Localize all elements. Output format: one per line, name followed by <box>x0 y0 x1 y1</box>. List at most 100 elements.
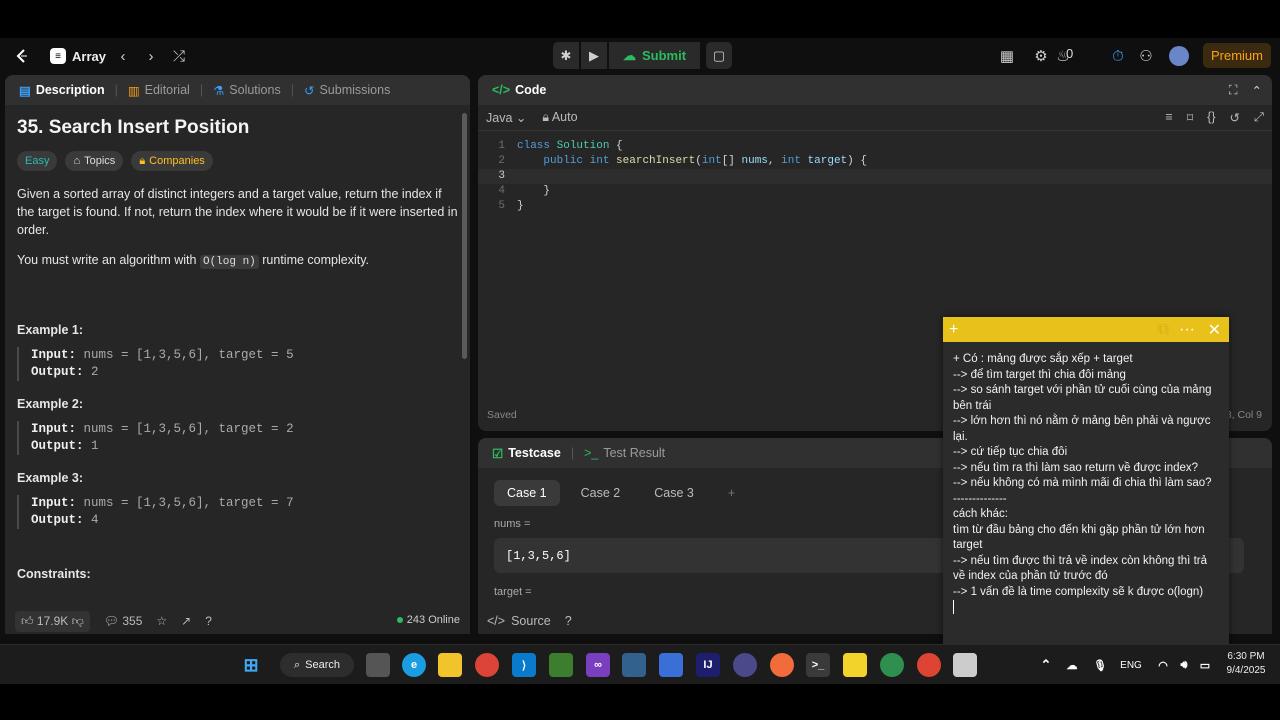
vscode-icon[interactable]: ⟩ <box>512 653 536 677</box>
tab-submissions[interactable]: ↺ Submissions <box>300 83 394 98</box>
tab-testcase[interactable]: ☑ Testcase <box>488 446 565 461</box>
taskbar-search[interactable]: ⌕ Search <box>280 653 354 677</box>
bookmark-icon[interactable]: ⌑ <box>1187 110 1193 125</box>
notes-icon[interactable]: ▢ <box>706 42 733 69</box>
help-icon[interactable]: ? <box>565 614 572 628</box>
tab-description[interactable]: ▤ Description <box>15 83 109 98</box>
tab-testcase-label: Testcase <box>508 446 561 460</box>
example-output: 2 <box>91 365 99 379</box>
microphone-icon[interactable]: 🎙︎ <box>1088 653 1112 677</box>
example-input: nums = [1,3,5,6], target = 2 <box>83 422 294 436</box>
sticky-note[interactable]: + ⧉ ··· ✕ + Có : mảng được sắp xếp + tar… <box>943 317 1229 682</box>
battery-icon[interactable]: ▭ <box>1193 653 1217 677</box>
code-header: </> Code ⛶ ⌃ <box>478 75 1272 105</box>
description-panel: ▤ Description | ▥ Editorial | ⚗ Solutions |… <box>5 75 470 634</box>
case-tab[interactable]: Case 1 <box>494 480 560 506</box>
problem-title[interactable]: 35. Search Insert Position <box>17 118 458 137</box>
star-icon[interactable]: ☆ <box>156 614 167 628</box>
system-clock[interactable]: 6:30 PM 9/4/2025 <box>1216 650 1276 678</box>
postman-icon[interactable] <box>770 653 794 677</box>
tab-submissions-label: Submissions <box>319 83 391 97</box>
case-tab[interactable]: Case 2 <box>568 480 634 506</box>
add-note-icon[interactable]: + <box>949 321 958 339</box>
layout-icon[interactable]: ▦ <box>997 46 1017 66</box>
description-scrollbar[interactable] <box>462 113 467 359</box>
windows-taskbar: ⊞ ⌕ Search e ⟩ ∞ IJ >_ ⌃ ☁ 🎙︎ ENG ◠ 🔊︎ ▭… <box>0 644 1280 684</box>
source-button[interactable]: Source <box>511 614 551 628</box>
chrome-icon[interactable] <box>475 653 499 677</box>
close-icon[interactable]: ✕ <box>1208 320 1221 340</box>
submit-button[interactable]: ☁ Submit <box>609 42 701 69</box>
snipping-tool-icon[interactable] <box>953 653 977 677</box>
add-case-icon[interactable]: + <box>715 480 748 506</box>
thumbs-down-icon[interactable]: 👎︎ <box>72 614 84 628</box>
tab-solutions[interactable]: ⚗ Solutions <box>209 83 285 98</box>
chrome-profile-icon[interactable] <box>880 653 904 677</box>
topics-chip[interactable]: ⌂ Topics <box>65 151 124 171</box>
notes-list-icon[interactable]: ⧉ <box>1158 321 1169 339</box>
companies-chip[interactable]: 🔒︎ Companies <box>131 151 213 171</box>
clock-date: 9/4/2025 <box>1226 665 1266 676</box>
windows-start-icon[interactable]: ⊞ <box>239 653 263 677</box>
tab-solutions-label: Solutions <box>229 83 281 97</box>
visual-studio-icon[interactable]: ∞ <box>586 653 610 677</box>
reset-icon[interactable]: ↺ <box>1230 110 1240 125</box>
note-line: --> nếu tìm ra thì làm sao return về đượ… <box>953 461 1199 474</box>
line-number: 3 <box>498 170 505 182</box>
paint-icon[interactable] <box>549 653 573 677</box>
eclipse-icon[interactable] <box>733 653 757 677</box>
line-number: 5 <box>498 200 505 212</box>
share-icon[interactable]: ↗ <box>181 614 191 628</box>
chevron-up-icon[interactable]: ⌃ <box>1252 83 1262 98</box>
cloud-icon[interactable]: ☁ <box>1060 653 1084 677</box>
chevron-left-icon[interactable]: ‹ <box>113 46 133 66</box>
timer-icon[interactable]: ⏱ <box>1108 46 1128 66</box>
language-indicator[interactable]: ENG <box>1117 653 1145 677</box>
debug-icon[interactable]: ✱ <box>553 42 579 69</box>
lock-icon: 🔒︎ <box>542 110 550 124</box>
clock-time: 6:30 PM <box>1227 651 1265 662</box>
cube-icon[interactable] <box>659 653 683 677</box>
code-editor[interactable]: 1 class Solution { 2 public int searchIns… <box>478 131 1272 214</box>
gear-icon[interactable]: ⚙ <box>1031 46 1051 66</box>
premium-button[interactable]: Premium <box>1203 43 1271 68</box>
shuffle-icon[interactable]: ⤮ <box>169 46 189 66</box>
avatar[interactable] <box>1169 46 1189 66</box>
language-select[interactable]: Java ⌄ <box>486 110 526 125</box>
chevron-right-icon[interactable]: › <box>141 46 161 66</box>
braces-icon[interactable]: {} <box>1207 110 1215 125</box>
more-icon[interactable]: ··· <box>1179 321 1195 339</box>
auto-mode[interactable]: 🔒︎ Auto <box>542 110 577 125</box>
comments-button[interactable]: 💬︎ 355 <box>104 614 143 628</box>
chevron-up-icon[interactable]: ⌃ <box>1034 653 1058 677</box>
add-user-icon[interactable]: ⚇ <box>1136 46 1156 66</box>
thumbs-up-icon: 👍︎ <box>21 613 34 628</box>
help-icon[interactable]: ? <box>205 614 212 628</box>
case-tab[interactable]: Case 3 <box>641 480 707 506</box>
input-label: Input: <box>31 348 77 362</box>
format-icon[interactable]: ≡ <box>1165 110 1172 125</box>
intellij-icon[interactable]: IJ <box>696 653 720 677</box>
edge-icon[interactable]: e <box>402 653 426 677</box>
file-explorer-icon[interactable] <box>438 653 462 677</box>
line-number: 1 <box>498 140 505 152</box>
chrome-profile-2-icon[interactable] <box>917 653 941 677</box>
tag-icon: ⌂ <box>73 155 81 167</box>
fullscreen-icon[interactable]: ⤢ <box>1254 110 1264 125</box>
tab-code[interactable]: </> Code <box>488 83 550 97</box>
note-line: -------------- <box>953 492 1007 505</box>
leetcode-logo-icon[interactable] <box>12 46 32 66</box>
sticky-note-text[interactable]: + Có : mảng được sắp xếp + target --> để… <box>943 342 1229 614</box>
tab-test-result[interactable]: >_ Test Result <box>580 446 669 460</box>
sticky-note-header[interactable]: + ⧉ ··· ✕ <box>943 317 1229 342</box>
maximize-icon[interactable]: ⛶ <box>1229 83 1238 98</box>
postgres-icon[interactable] <box>622 653 646 677</box>
problem-list-button[interactable]: ≡ Array <box>50 46 106 66</box>
sticky-notes-icon[interactable] <box>843 653 867 677</box>
note-line: --> nếu tìm được thì trả về index còn kh… <box>953 554 1207 583</box>
like-button[interactable]: 👍︎ 17.9K 👎︎ <box>15 610 90 632</box>
terminal-icon[interactable]: >_ <box>806 653 830 677</box>
tab-editorial[interactable]: ▥ Editorial <box>124 83 194 98</box>
run-button[interactable]: ▶ <box>581 42 607 69</box>
task-view-icon[interactable] <box>366 653 390 677</box>
